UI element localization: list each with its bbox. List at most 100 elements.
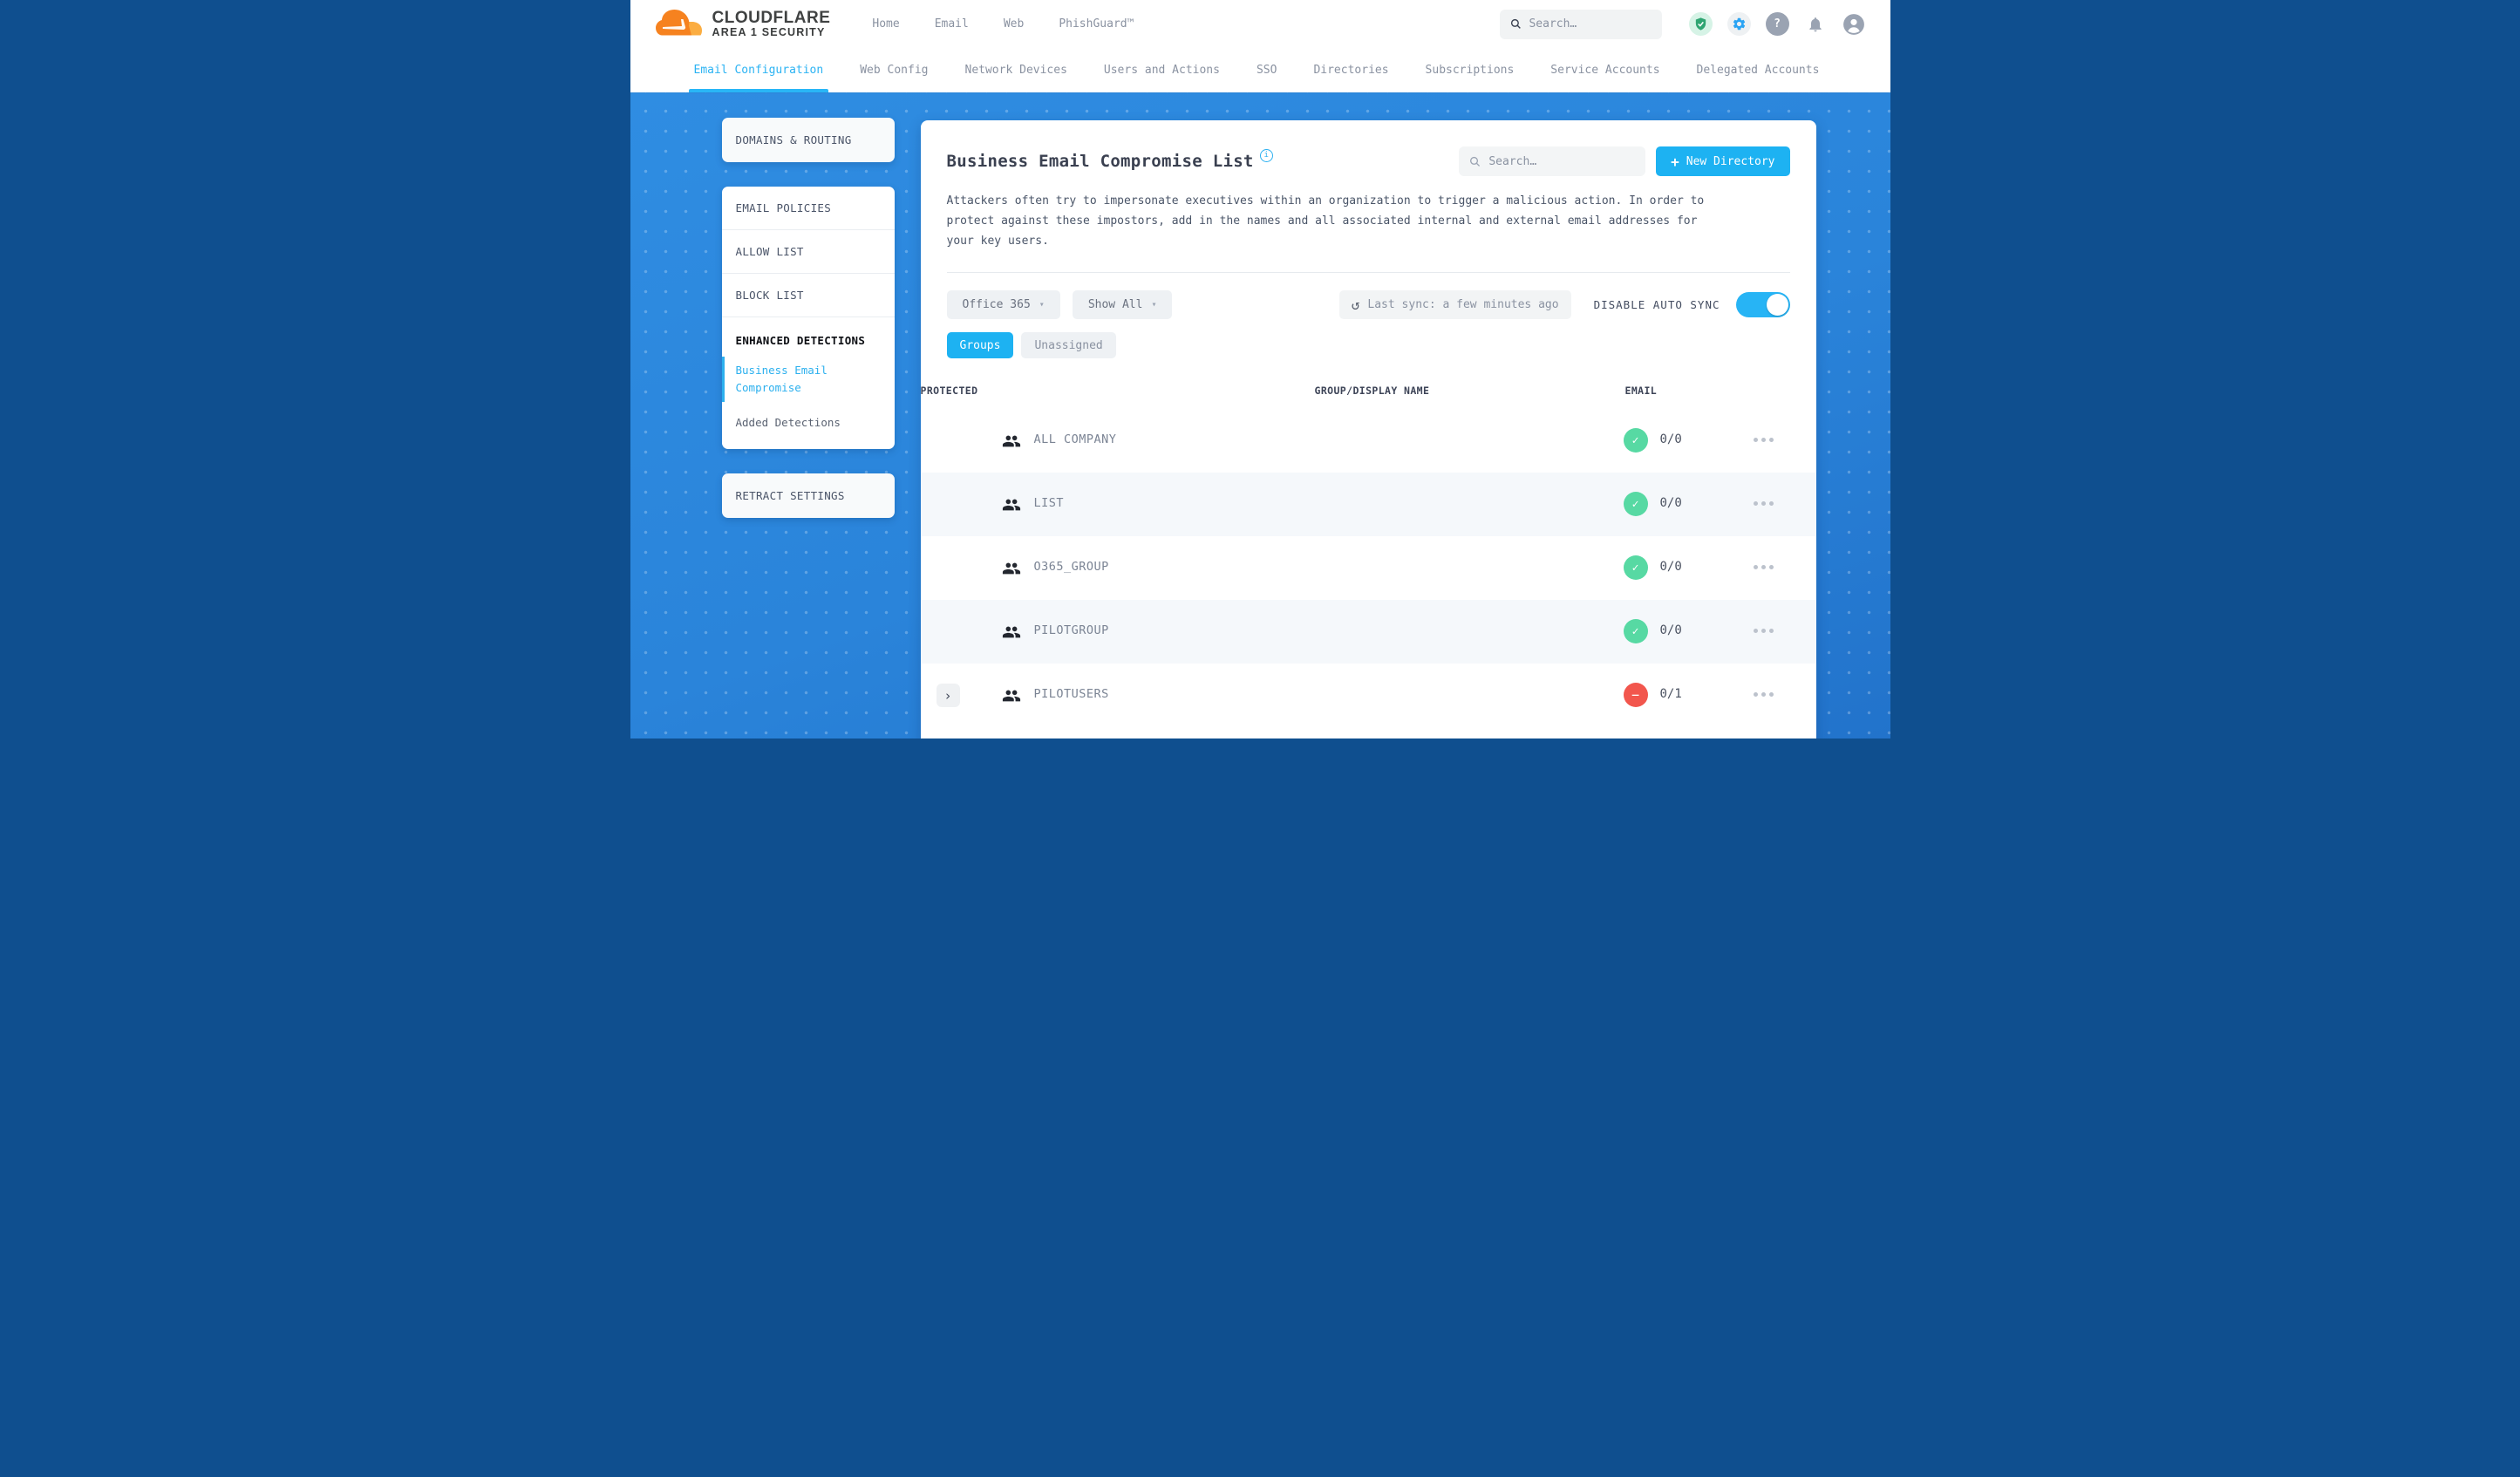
top-nav: Home Email Web PhishGuard™ [872,17,1134,31]
table-column-header: EMAIL [1624,385,1658,398]
question-icon: ? [1774,17,1781,31]
sidebar-item-retract-settings[interactable]: RETRACT SETTINGS [722,473,895,518]
section-tab[interactable]: Users and Actions [1104,48,1220,92]
sidebar-item-enhanced-detections[interactable]: ENHANCED DETECTIONS [722,317,895,355]
group-icon [1002,690,1020,702]
protected-count: 0/1 [1659,687,1682,702]
toggle-knob [1766,294,1788,316]
view-tab[interactable]: Groups [946,332,1014,359]
row-actions-menu[interactable] [1753,629,1774,634]
show-filter-dropdown[interactable]: Show All ▾ [1072,290,1173,320]
last-sync-button[interactable]: ↺ Last sync: a few minutes ago [1338,290,1571,320]
row-actions-menu[interactable] [1753,565,1774,570]
app-screen: CLOUDFLARE AREA 1 SECURITY Home Email We… [630,0,1890,738]
section-tab[interactable]: SSO [1257,48,1277,92]
protected-count: 0/0 [1659,560,1682,575]
protected-count: 0/0 [1659,496,1682,511]
info-icon[interactable]: i [1259,148,1273,162]
top-nav-item[interactable]: Home [872,17,899,31]
protected-status-icon: ✓ − [1623,428,1648,453]
new-directory-button[interactable]: + New Directory [1656,146,1790,176]
table-column-header: GROUP/DISPLAY NAME [1314,385,1430,398]
workspace: DOMAINS & ROUTING EMAIL POLICIES ALLOW L… [630,92,1890,738]
global-search-input[interactable] [1529,17,1652,31]
main-panel: Business Email Compromise List i + New D… [920,120,1816,738]
row-actions-menu[interactable] [1753,438,1774,443]
table-row[interactable]: › LIST ✓ − 0/0 [920,473,1816,537]
expand-row-button[interactable]: › [936,684,960,708]
row-actions-menu[interactable] [1753,501,1774,507]
global-search[interactable] [1499,9,1662,39]
source-dropdown-value: Office 365 [962,298,1031,312]
brand-tagline: AREA 1 SECURITY [712,25,826,38]
check-icon: ✓ [1631,497,1639,511]
section-tab[interactable]: Web Config [860,48,928,92]
chevron-down-icon: ▾ [1151,300,1157,310]
table-row[interactable]: › PILOTUSERS ✓ − 0/1 [920,664,1816,728]
section-tab[interactable]: Service Accounts [1550,48,1659,92]
section-tab[interactable]: Delegated Accounts [1697,48,1820,92]
sidebar-item-domains-routing[interactable]: DOMAINS & ROUTING [722,118,895,162]
top-nav-item[interactable]: Web [1004,17,1024,31]
sync-icon: ↺ [1351,296,1360,313]
auto-sync-label: DISABLE AUTO SYNC [1593,298,1720,312]
protected-status-icon: ✓ − [1623,619,1648,644]
group-table: › ALL COMPANY ✓ − 0/0 [920,409,1816,728]
brand-name: CLOUDFLARE [712,8,831,27]
sidebar-card-policies: EMAIL POLICIES ALLOW LIST BLOCK LIST ENH… [721,187,895,449]
sidebar: DOMAINS & ROUTING EMAIL POLICIES ALLOW L… [721,118,895,542]
table-header: GROUP/DISPLAY NAME EMAIL PROTECTED [921,365,1816,409]
divider [946,272,1790,274]
last-sync-label: Last sync: a few minutes ago [1367,298,1559,312]
sidebar-card-retract: RETRACT SETTINGS [721,473,895,518]
table-row[interactable]: › PILOTGROUP ✓ − 0/0 [920,600,1816,664]
group-name: PILOTGROUP [1033,623,1109,638]
account-button[interactable] [1842,12,1866,36]
page-title: Business Email Compromise List [946,152,1254,171]
settings-button[interactable] [1727,12,1751,36]
list-search-input[interactable] [1488,154,1636,168]
protected-count: 0/0 [1659,432,1682,447]
group-icon [1002,435,1020,447]
source-dropdown[interactable]: Office 365 ▾ [946,290,1060,320]
view-tabs: Groups Unassigned [946,332,1790,359]
sidebar-item-email-policies[interactable]: EMAIL POLICIES [721,187,895,230]
top-header: CLOUDFLARE AREA 1 SECURITY Home Email We… [630,0,1890,48]
top-nav-item[interactable]: PhishGuard™ [1059,17,1134,31]
security-status-button[interactable] [1688,12,1713,36]
chevron-right-icon: › [943,687,952,704]
cloudflare-cloud-icon [655,9,702,35]
section-tab[interactable]: Network Devices [965,48,1067,92]
section-tab[interactable]: Subscriptions [1426,48,1515,92]
check-icon: ✓ [1631,624,1639,638]
section-tab[interactable]: Email Configuration [688,48,828,92]
help-button[interactable]: ? [1765,12,1789,36]
group-icon [1002,499,1020,511]
check-icon: ✓ [1631,561,1639,575]
group-name: PILOTUSERS [1033,687,1109,702]
notifications-button[interactable] [1804,12,1828,36]
search-icon [1470,156,1481,167]
table-row[interactable]: › ALL COMPANY ✓ − 0/0 [920,409,1816,473]
top-nav-item[interactable]: Email [935,17,969,31]
group-name: ALL COMPANY [1033,432,1117,447]
sidebar-item-added-detections[interactable]: Added Detections [722,404,895,449]
sidebar-card-domains: DOMAINS & ROUTING [721,118,895,162]
gear-icon [1733,17,1745,31]
protected-status-icon: ✓ − [1623,555,1648,581]
sidebar-item-block-list[interactable]: BLOCK LIST [721,274,895,317]
list-search[interactable] [1459,146,1646,176]
cloudflare-logo[interactable]: CLOUDFLARE AREA 1 SECURITY [655,7,831,42]
sidebar-item-allow-list[interactable]: ALLOW LIST [721,230,895,274]
group-name: O365_GROUP [1033,560,1109,575]
check-icon: ✓ [1631,433,1639,447]
auto-sync-toggle[interactable] [1735,292,1790,318]
row-actions-menu[interactable] [1753,692,1774,698]
sidebar-item-business-email-compromise[interactable]: Business Email Compromise [721,355,895,404]
view-tab[interactable]: Unassigned [1021,332,1116,359]
section-tab[interactable]: Directories [1313,48,1388,92]
table-row[interactable]: › O365_GROUP ✓ − 0/0 [920,536,1816,601]
group-icon [1002,562,1020,575]
protected-status-icon: ✓ − [1623,683,1648,708]
section-nav: Email Configuration Web Config Network D… [630,48,1890,92]
